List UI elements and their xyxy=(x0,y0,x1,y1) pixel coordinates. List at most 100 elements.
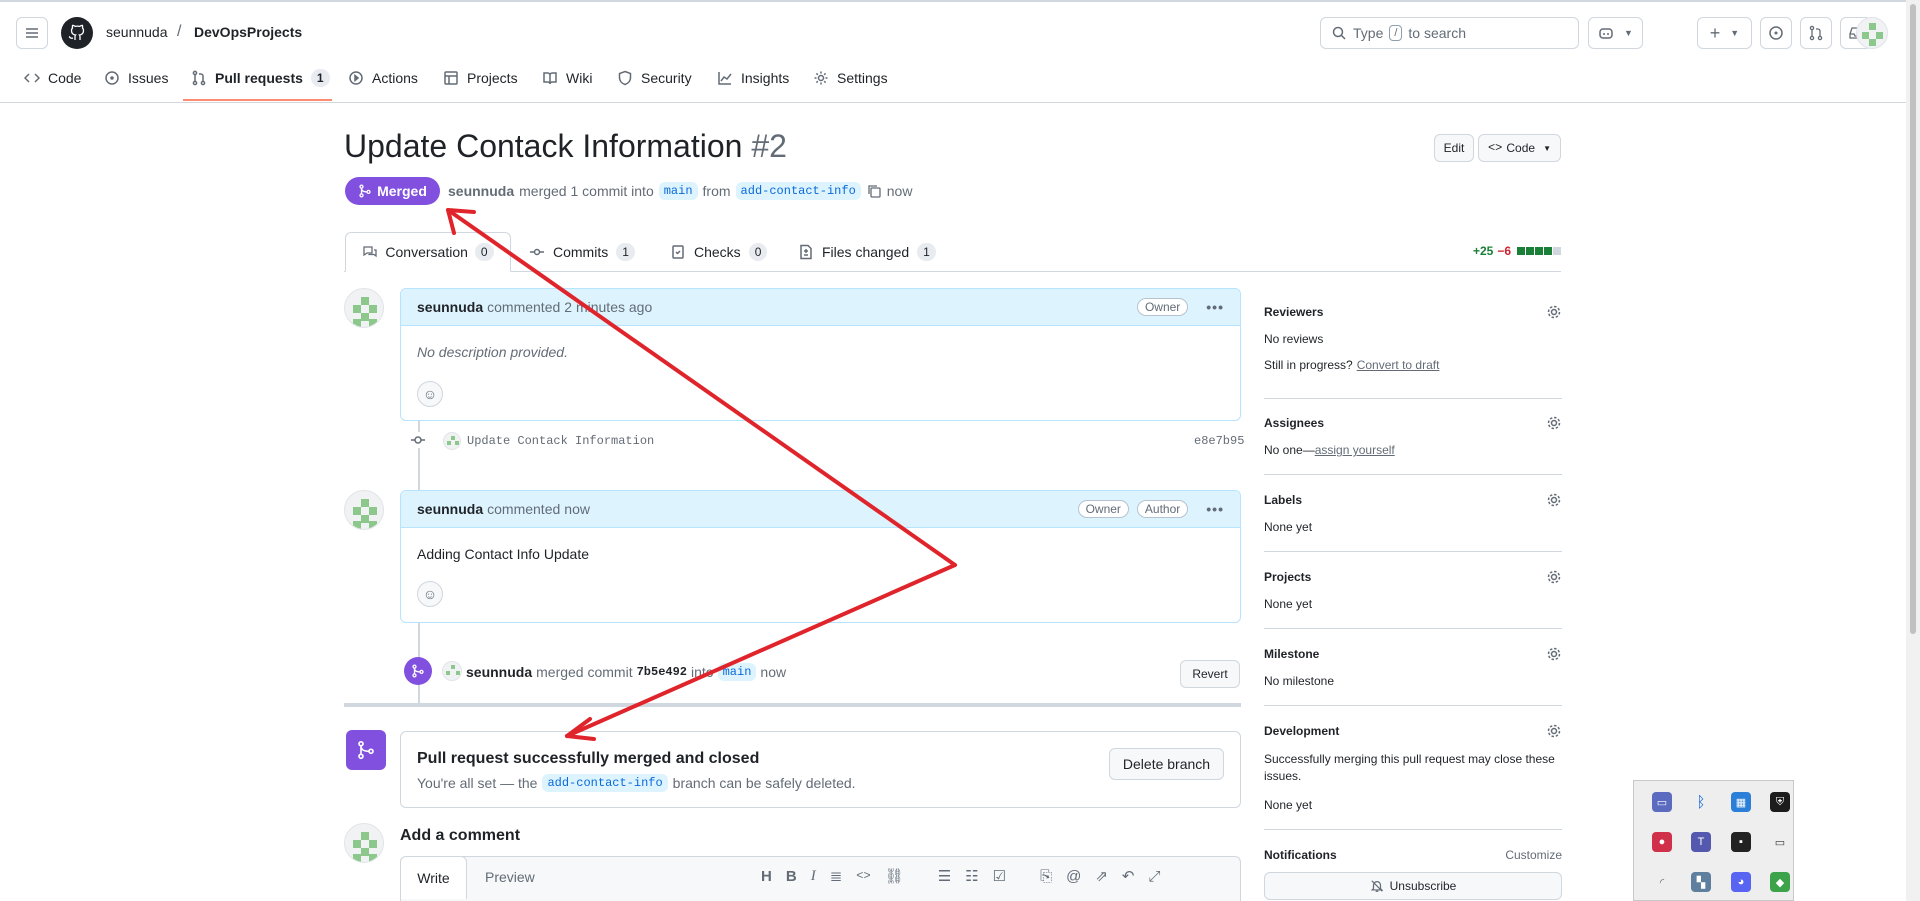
code-button-label: Code xyxy=(1506,141,1536,155)
repo-link[interactable]: DevOpsProjects xyxy=(194,24,302,40)
code-icon[interactable]: <> xyxy=(856,869,870,883)
colorful-app-icon[interactable]: ◆ xyxy=(1770,872,1790,892)
gear-icon[interactable] xyxy=(1546,569,1562,585)
assignees-title[interactable]: Assignees xyxy=(1264,416,1324,430)
base-branch[interactable]: main xyxy=(658,182,698,200)
commit-sha[interactable]: e8e7b95 xyxy=(1194,434,1244,448)
pull-requests-button[interactable] xyxy=(1800,17,1832,49)
nav-settings[interactable]: Settings xyxy=(813,63,888,93)
attach-icon[interactable]: ⎘ xyxy=(1040,868,1052,885)
customize-link[interactable]: Customize xyxy=(1505,848,1562,862)
unordered-list-icon[interactable]: ☷ xyxy=(965,867,978,885)
milestone-title[interactable]: Milestone xyxy=(1264,647,1319,661)
cross-reference-icon[interactable]: ⇗ xyxy=(1095,867,1108,885)
app-icon[interactable]: ● xyxy=(1652,832,1672,852)
projects-title[interactable]: Projects xyxy=(1264,570,1311,584)
teams-icon[interactable]: T xyxy=(1691,832,1711,852)
comment-time[interactable]: now xyxy=(564,501,590,517)
nav-actions[interactable]: Actions xyxy=(348,63,418,93)
development-title[interactable]: Development xyxy=(1264,724,1339,738)
smiley-icon: ☺ xyxy=(422,586,438,602)
preview-tab[interactable]: Preview xyxy=(485,869,535,885)
code-dropdown-button[interactable]: <> Code ▼ xyxy=(1478,134,1561,162)
convert-to-draft-link[interactable]: Convert to draft xyxy=(1357,358,1440,372)
heading-icon[interactable]: H xyxy=(761,868,772,885)
revert-button[interactable]: Revert xyxy=(1180,660,1240,688)
labels-title[interactable]: Labels xyxy=(1264,493,1302,507)
github-logo-icon[interactable] xyxy=(61,17,93,49)
gear-icon[interactable] xyxy=(1546,492,1562,508)
comment-avatar[interactable] xyxy=(344,490,384,530)
wifi-icon[interactable]: ◜ xyxy=(1652,872,1672,892)
gear-icon[interactable] xyxy=(1546,304,1562,320)
merge-avatar[interactable] xyxy=(442,661,462,681)
file-diff-icon xyxy=(800,244,812,260)
write-tab[interactable]: Write xyxy=(400,856,467,899)
edit-title-button[interactable]: Edit xyxy=(1434,134,1474,162)
nav-wiki[interactable]: Wiki xyxy=(542,63,592,93)
battery-icon[interactable]: ▭ xyxy=(1770,832,1790,852)
current-user-avatar[interactable] xyxy=(344,823,384,863)
reviewers-title[interactable]: Reviewers xyxy=(1264,305,1323,319)
link-icon[interactable]: ⛓ xyxy=(885,867,904,885)
gear-icon[interactable] xyxy=(1546,646,1562,662)
create-new-button[interactable]: + ▼ xyxy=(1697,17,1752,49)
nav-issues[interactable]: Issues xyxy=(104,63,168,93)
head-branch[interactable]: add-contact-info xyxy=(735,182,861,200)
issues-button[interactable] xyxy=(1760,17,1792,49)
scrollbar-thumb[interactable] xyxy=(1910,4,1916,634)
kebab-menu-icon[interactable]: ••• xyxy=(1206,299,1224,315)
merge-commit-sha[interactable]: 7b5e492 xyxy=(637,665,687,679)
reply-icon[interactable]: ↶ xyxy=(1122,867,1135,885)
pr-author[interactable]: seunnuda xyxy=(448,183,514,199)
quote-icon[interactable]: ≣ xyxy=(830,867,843,885)
comment-author[interactable]: seunnuda xyxy=(417,299,483,315)
commit-avatar[interactable] xyxy=(443,432,461,450)
delete-branch-button[interactable]: Delete branch xyxy=(1109,748,1224,780)
merged-box-branch[interactable]: add-contact-info xyxy=(542,774,668,792)
add-reaction-button[interactable]: ☺ xyxy=(417,381,443,407)
display-icon[interactable]: ▦ xyxy=(1731,792,1751,812)
gear-icon[interactable] xyxy=(1546,415,1562,431)
scrollbar[interactable] xyxy=(1906,0,1920,901)
user-avatar[interactable] xyxy=(1856,17,1888,49)
chat-icon[interactable]: ▭ xyxy=(1652,792,1672,812)
owner-link[interactable]: seunnuda xyxy=(106,24,168,40)
comment-author[interactable]: seunnuda xyxy=(417,501,483,517)
defender-icon[interactable]: ⛨ xyxy=(1770,792,1790,812)
copy-icon[interactable] xyxy=(866,183,882,199)
app-tile-icon[interactable]: ▚ xyxy=(1691,872,1711,892)
comment-avatar[interactable] xyxy=(344,288,384,328)
copilot-button[interactable]: ▼ xyxy=(1588,17,1643,49)
tab-commits[interactable]: Commits 1 xyxy=(529,232,635,272)
nav-insights[interactable]: Insights xyxy=(717,63,789,93)
mention-icon[interactable]: @ xyxy=(1066,868,1081,885)
gear-icon[interactable] xyxy=(1546,723,1562,739)
grid-app-icon[interactable]: ▪ xyxy=(1731,832,1751,852)
tab-conversation[interactable]: Conversation 0 xyxy=(345,232,511,272)
ordered-list-icon[interactable]: ☰ xyxy=(938,867,951,885)
merge-author[interactable]: seunnuda xyxy=(466,664,532,680)
kebab-menu-icon[interactable]: ••• xyxy=(1206,501,1224,517)
nav-projects[interactable]: Projects xyxy=(443,63,518,93)
merge-branch[interactable]: main xyxy=(717,663,757,681)
bluetooth-icon[interactable]: ᛒ xyxy=(1691,792,1711,812)
tab-checks[interactable]: Checks 0 xyxy=(670,232,768,272)
menu-button[interactable] xyxy=(16,17,48,49)
task-list-icon[interactable]: ☑ xyxy=(993,867,1006,885)
unsubscribe-button[interactable]: Unsubscribe xyxy=(1264,872,1562,900)
italic-icon[interactable]: I xyxy=(811,868,816,885)
comment-time[interactable]: 2 minutes ago xyxy=(564,299,652,315)
assign-yourself-link[interactable]: assign yourself xyxy=(1315,443,1395,457)
tab-files-changed[interactable]: Files changed 1 xyxy=(798,232,936,272)
search-input[interactable]: Type / to search xyxy=(1320,17,1579,49)
add-reaction-button[interactable]: ☺ xyxy=(417,581,443,607)
fullscreen-icon[interactable]: ⤢ xyxy=(1148,868,1160,885)
commit-message[interactable]: Update Contack Information xyxy=(467,434,654,448)
discord-icon[interactable]: ◕ xyxy=(1731,872,1751,892)
nav-pull-requests[interactable]: Pull requests 1 xyxy=(191,63,330,93)
bold-icon[interactable]: B xyxy=(786,868,797,885)
diffstat[interactable]: +25 −6 xyxy=(1473,244,1562,258)
nav-code[interactable]: Code xyxy=(24,63,81,93)
nav-security[interactable]: Security xyxy=(617,63,692,93)
